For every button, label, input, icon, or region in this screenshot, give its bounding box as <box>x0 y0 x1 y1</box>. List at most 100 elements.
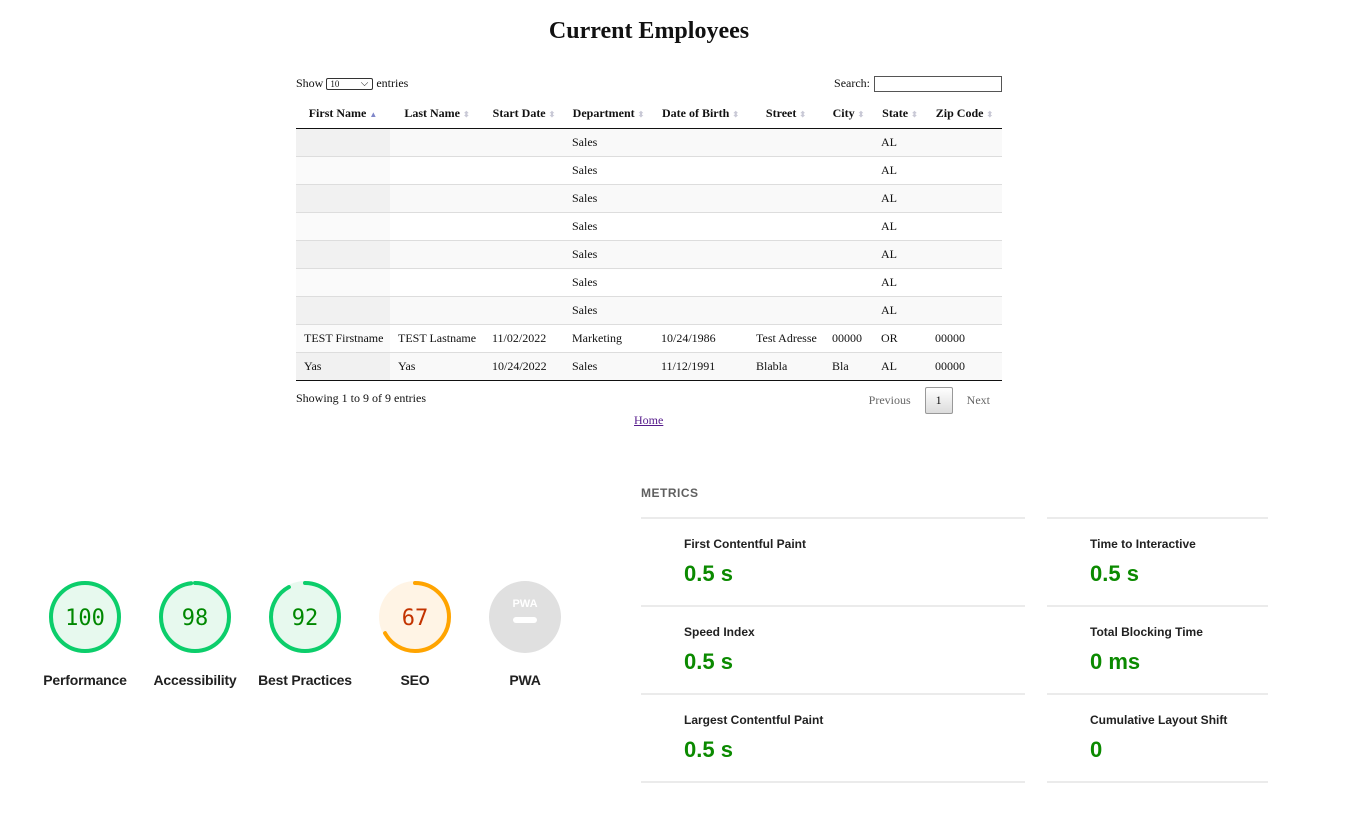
column-header-city[interactable]: City ⬍ <box>824 98 873 129</box>
table-cell-date-of-birth <box>653 156 748 185</box>
table-cell-date-of-birth <box>653 212 748 241</box>
next-button[interactable]: Next <box>955 387 1002 414</box>
metric-value: 0 ms <box>1090 649 1141 674</box>
column-header-label: Zip Code <box>935 105 984 120</box>
metric-time-to-interactive: Time to Interactive 0.5 s <box>1047 517 1268 605</box>
table-cell-street <box>748 128 824 157</box>
table-cell-start-date <box>484 268 564 297</box>
table-row: Sales AL <box>296 128 1002 157</box>
entries-label: entries <box>376 76 409 90</box>
entries-per-page-select[interactable]: 10 ⌵ <box>326 78 374 91</box>
column-header-zip-code[interactable]: Zip Code ⬍ <box>927 98 1002 129</box>
table-cell-last-name <box>390 240 484 269</box>
table-cell-city <box>824 296 873 325</box>
table-row: Sales AL <box>296 296 1002 325</box>
show-label: Show <box>296 76 324 90</box>
table-cell-city: 00000 <box>824 324 873 353</box>
table-cell-zip-code <box>927 268 1002 297</box>
table-cell-first-name <box>296 268 390 297</box>
score-value: 92 <box>292 606 319 631</box>
page-1-button[interactable]: 1 <box>924 387 953 414</box>
metrics-header: METRICS <box>641 486 699 500</box>
column-header-department[interactable]: Department ⬍ <box>564 98 653 129</box>
score-gauge-accessibility[interactable]: 98 Accessibility <box>140 578 250 688</box>
table-cell-zip-code <box>927 296 1002 325</box>
sort-both-icon: ⬍ <box>548 109 556 119</box>
table-row: Sales AL <box>296 240 1002 269</box>
table-cell-start-date <box>484 156 564 185</box>
datatable-controls: Show 10 ⌵ entries Search: <box>296 74 1002 98</box>
table-cell-zip-code <box>927 212 1002 241</box>
score-gauge-ring: 98 <box>159 581 231 653</box>
score-value: 67 <box>402 606 429 631</box>
table-info: Showing 1 to 9 of 9 entries <box>296 391 426 405</box>
table-row: TEST Firstname TEST Lastname 11/02/2022 Mar… <box>296 324 1002 353</box>
table-cell-last-name <box>390 128 484 157</box>
table-cell-street: Test Adresse <box>748 324 824 353</box>
home-link[interactable]: Home <box>634 413 663 428</box>
metric-total-blocking-time: Total Blocking Time 0 ms <box>1047 605 1268 693</box>
table-cell-start-date <box>484 212 564 241</box>
table-cell-start-date <box>484 240 564 269</box>
search-input[interactable] <box>874 76 1002 93</box>
metric-largest-contentful-paint: Largest Contentful Paint 0.5 s <box>641 693 1025 783</box>
table-cell-department: Sales <box>564 128 653 157</box>
table-row: Sales AL <box>296 268 1002 297</box>
metric-value: 0.5 s <box>684 737 733 762</box>
entries-per-page-value: 10 <box>330 79 340 90</box>
score-gauge-best-practices[interactable]: 92 Best Practices <box>250 578 360 688</box>
score-gauge-pwa[interactable]: PWA PWA <box>470 578 580 688</box>
table-cell-start-date <box>484 128 564 157</box>
metric-value: 0.5 s <box>684 649 733 674</box>
sort-both-icon: ⬍ <box>986 109 994 119</box>
column-header-state[interactable]: State ⬍ <box>873 98 927 129</box>
column-header-first-name[interactable]: First Name ▲ <box>296 98 390 129</box>
metric-speed-index: Speed Index 0.5 s <box>641 605 1025 693</box>
table-cell-department: Sales <box>564 156 653 185</box>
table-cell-start-date <box>484 296 564 325</box>
table-cell-state: AL <box>873 212 927 241</box>
column-header-date-of-birth[interactable]: Date of Birth ⬍ <box>653 98 748 129</box>
table-cell-first-name: Yas <box>296 352 390 381</box>
table-cell-street <box>748 296 824 325</box>
table-cell-date-of-birth <box>653 296 748 325</box>
score-value: 100 <box>65 606 105 631</box>
table-cell-street <box>748 240 824 269</box>
table-cell-state: AL <box>873 352 927 381</box>
score-gauge-seo[interactable]: 67 SEO <box>360 578 470 688</box>
score-label: PWA <box>509 672 541 688</box>
previous-button[interactable]: Previous <box>857 387 923 414</box>
table-cell-first-name <box>296 184 390 213</box>
pagination: Previous 1 Next <box>857 387 1002 414</box>
metric-value: 0.5 s <box>1090 561 1139 586</box>
column-header-street[interactable]: Street ⬍ <box>748 98 824 129</box>
table-cell-city <box>824 212 873 241</box>
column-header-label: State <box>882 105 909 120</box>
score-value: 98 <box>182 606 209 631</box>
score-gauge-performance[interactable]: 100 Performance <box>30 578 140 688</box>
table-row: Sales AL <box>296 156 1002 185</box>
employees-table: First Name ▲ Last Name ⬍ Start Date ⬍ Departme… <box>296 98 1002 381</box>
sort-ascending-icon: ▲ <box>369 109 378 119</box>
table-cell-street <box>748 268 824 297</box>
table-cell-start-date: 11/02/2022 <box>484 324 564 353</box>
metric-value: 0 <box>1090 737 1103 762</box>
table-cell-first-name <box>296 212 390 241</box>
column-header-label: Last Name <box>404 105 460 120</box>
search-control: Search: <box>834 76 1002 93</box>
table-cell-department: Sales <box>564 240 653 269</box>
table-cell-zip-code <box>927 128 1002 157</box>
search-label: Search: <box>834 76 870 90</box>
table-cell-zip-code: 00000 <box>927 352 1002 381</box>
table-cell-last-name: TEST Lastname <box>390 324 484 353</box>
employees-datatable: Show 10 ⌵ entries Search: First Name ▲ Last… <box>296 74 1002 421</box>
pwa-badge-icon: PWA <box>512 598 537 610</box>
column-header-start-date[interactable]: Start Date ⬍ <box>484 98 564 129</box>
sort-both-icon: ⬍ <box>857 109 865 119</box>
table-cell-last-name <box>390 268 484 297</box>
table-cell-zip-code: 00000 <box>927 324 1002 353</box>
column-header-last-name[interactable]: Last Name ⬍ <box>390 98 484 129</box>
table-cell-last-name <box>390 184 484 213</box>
length-control: Show 10 ⌵ entries <box>296 76 408 91</box>
metric-title: Speed Index <box>684 625 755 639</box>
